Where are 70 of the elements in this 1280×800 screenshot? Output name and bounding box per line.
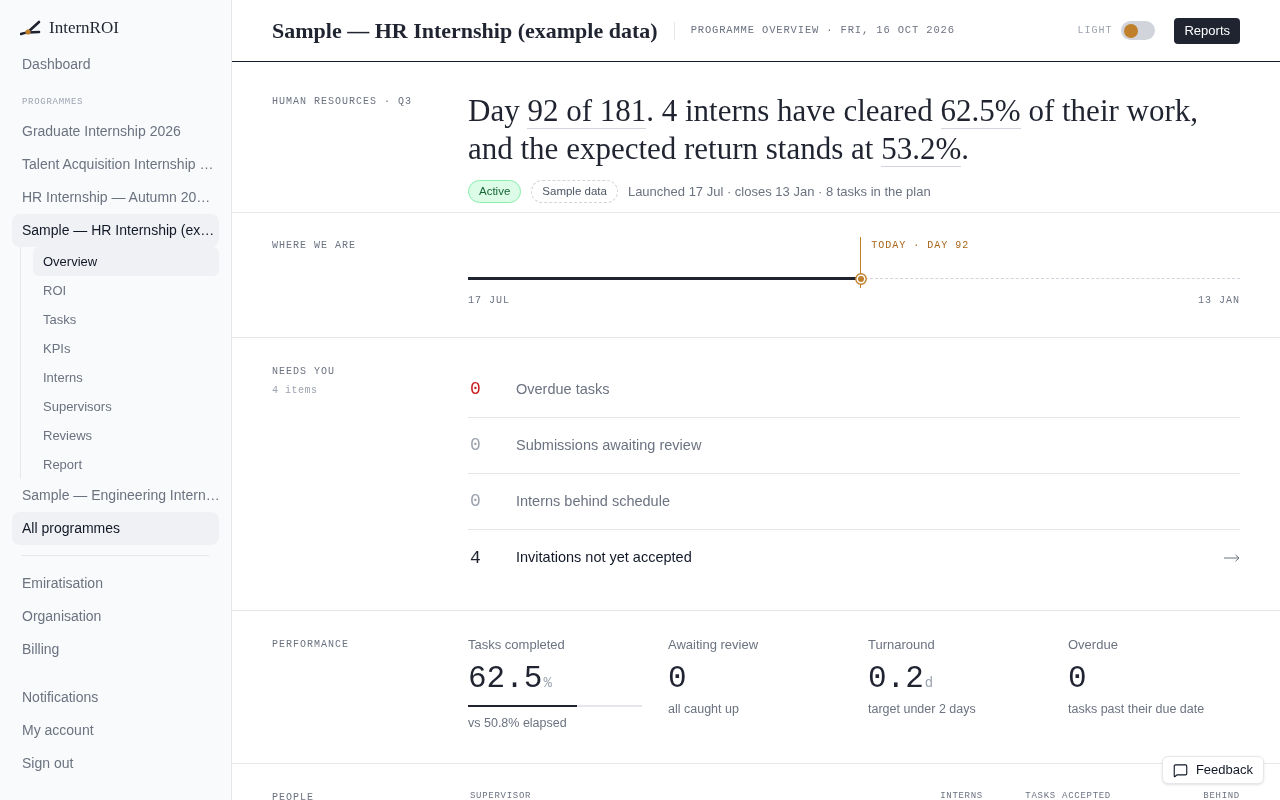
metric-value: 62.5% (468, 661, 553, 697)
sidebar-subitem[interactable]: Reviews (33, 421, 219, 450)
sidebar-item[interactable]: My account (12, 714, 219, 747)
timeline-start-date: 17 JUL (468, 295, 510, 307)
sidebar-subitem[interactable]: ROI (33, 276, 219, 305)
page-title: Sample — HR Internship (example data) (272, 17, 658, 45)
section-label: HUMAN RESOURCES · Q3 (272, 96, 414, 108)
column-header: SUPERVISOR (469, 790, 533, 800)
sidebar-item[interactable]: Graduate Internship 2026 (12, 115, 219, 148)
sidebar-item[interactable]: All programmes (12, 512, 219, 545)
metric-label: Overdue (1068, 637, 1119, 653)
timeline-end-date: 13 JAN (1198, 295, 1240, 307)
brush-stroke-logo-icon (20, 20, 42, 36)
sidebar-subitem[interactable]: Report (33, 450, 219, 479)
today-marker-dot-icon (854, 272, 867, 285)
sidebar-item[interactable]: Billing (12, 633, 219, 666)
section-label: PERFORMANCE (272, 639, 350, 651)
section-label: WHERE WE ARE (272, 240, 357, 252)
attention-item: Submissions awaiting review (516, 435, 702, 455)
sidebar-item[interactable]: HR Internship — Autumn 20… (12, 181, 219, 214)
attention-item[interactable]: Invitations not yet accepted (516, 547, 692, 569)
sidebar-item[interactable]: Organisation (12, 600, 219, 633)
sidebar-subitem[interactable]: Interns (33, 363, 219, 392)
column-header: INTERNS (939, 790, 983, 800)
attention-item: Overdue tasks (516, 379, 610, 399)
sidebar-item[interactable]: Emiratisation (12, 567, 219, 600)
sidebar-item[interactable]: Sample — Engineering Intern… (12, 479, 219, 512)
sidebar-subitem[interactable]: KPIs (33, 334, 219, 363)
metric-value: 0 (1068, 661, 1088, 697)
sidebar-item[interactable]: Sign out (12, 747, 219, 780)
headline: Day 92 of 181. 4 interns have cleared 62.5% of their work, and the expected return stands at 53.2%. (468, 92, 1200, 168)
chat-bubble-icon (1172, 762, 1188, 778)
theme-toggle[interactable] (1121, 21, 1156, 40)
task-count: 4 (469, 546, 482, 570)
attention-item: Interns behind schedule (516, 491, 670, 511)
section-label: NEEDS YOU (272, 366, 336, 378)
feedback-button[interactable]: Feedback (1161, 756, 1264, 784)
task-count: 0 (469, 378, 482, 401)
section-label: PROGRAMMES (21, 96, 85, 109)
status-badge: Active (468, 180, 522, 203)
sidebar-item[interactable]: Sample — HR Internship (ex… (12, 214, 219, 247)
reports-button[interactable]: Reports (1174, 17, 1240, 44)
sidebar-item[interactable]: Talent Acquisition Internship … (12, 148, 219, 181)
metric-note: tasks past their due date (1068, 701, 1206, 717)
task-count: 0 (469, 434, 482, 457)
tag-badge: Sample data (531, 180, 618, 203)
programme-meta: Launched 17 Jul · closes 13 Jan · 8 tasks in the plan (627, 182, 931, 201)
metric-label: Tasks completed (468, 637, 566, 653)
items-count: 4 items (272, 385, 319, 397)
metric-label: Awaiting review (668, 637, 760, 653)
column-header: BEHIND (1202, 790, 1240, 800)
task-count: 0 (469, 490, 482, 513)
sidebar-subitem[interactable]: Tasks (33, 305, 219, 334)
sidebar-item[interactable]: Notifications (12, 681, 219, 714)
metric-value: 0 (668, 661, 688, 697)
sidebar-subitem[interactable]: Overview (33, 247, 219, 276)
theme-label: LIGHT (1077, 24, 1113, 38)
sidebar-subitem[interactable]: Supervisors (33, 392, 219, 421)
arrow-right-icon[interactable] (1224, 554, 1240, 562)
today-marker-label: TODAY · DAY 92 (871, 240, 970, 252)
metric-label: Turnaround (868, 637, 936, 653)
column-header: TASKS ACCEPTED (1024, 790, 1111, 800)
page-subtitle: PROGRAMME OVERVIEW · FRI, 16 OCT 2026 (690, 22, 955, 38)
metric-value: 0.2 d (868, 661, 935, 697)
metric-note: target under 2 days (868, 701, 977, 717)
metric-note: vs 50.8% elapsed (468, 715, 568, 731)
brand-name: InternROI (49, 17, 119, 40)
metric-note: all caught up (668, 701, 740, 717)
sidebar-item[interactable]: Dashboard (12, 48, 219, 81)
section-label: PEOPLE (272, 792, 315, 800)
